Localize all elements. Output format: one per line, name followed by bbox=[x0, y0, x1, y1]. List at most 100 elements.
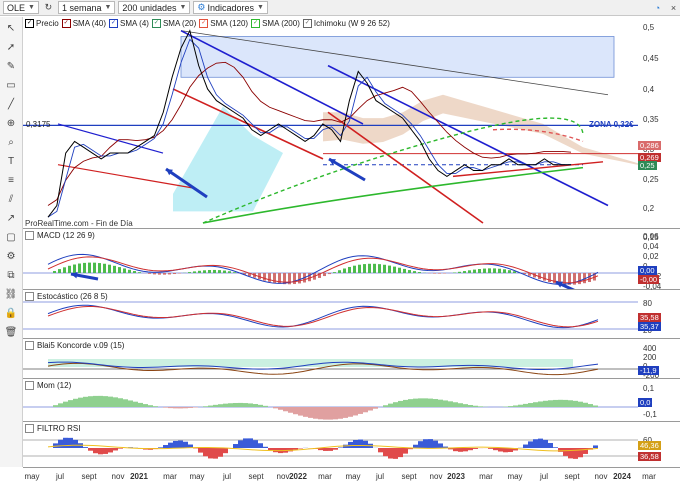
checkbox-icon[interactable] bbox=[25, 423, 34, 433]
checkbox-icon[interactable]: ✓ bbox=[199, 18, 209, 28]
line-icon[interactable]: ╱ bbox=[3, 96, 19, 112]
y-tick-label: -0,1 bbox=[643, 410, 657, 419]
macd-histogram-bar bbox=[93, 262, 96, 273]
arrow-icon[interactable]: ↗ bbox=[3, 210, 19, 226]
fibonacci-icon[interactable]: ≡ bbox=[3, 172, 19, 188]
price-badge: 35,37 bbox=[638, 322, 661, 331]
momentum-area bbox=[168, 407, 173, 409]
momentum-area bbox=[403, 399, 408, 407]
zoom-icon[interactable]: ⊕ bbox=[3, 115, 19, 131]
rsi-filter-panel[interactable]: FILTRO RSI bbox=[23, 422, 638, 468]
checkbox-icon[interactable]: ✓ bbox=[109, 18, 119, 28]
trash-icon[interactable]: 🗑 bbox=[3, 324, 19, 340]
rsi-filter-bar bbox=[423, 439, 428, 448]
x-month-label: may bbox=[189, 472, 205, 481]
mom-label-wrap: Mom (12) bbox=[25, 380, 75, 390]
rsi-filter-bar bbox=[258, 443, 263, 448]
stochastic-panel[interactable]: Estocástico (26 8 5) bbox=[23, 290, 638, 339]
koncorde-panel[interactable]: Blai5 Koncorde v.09 (15) bbox=[23, 339, 638, 379]
checkbox-icon[interactable] bbox=[25, 380, 34, 390]
time-x-axis[interactable]: may jul sept nov 2021 mar may jul sept nov 2022 mar… bbox=[23, 468, 655, 484]
macd-histogram-bar bbox=[363, 264, 366, 273]
rsi-filter-bar bbox=[208, 448, 213, 459]
pencil-icon[interactable]: ✎ bbox=[3, 58, 19, 74]
legend-item[interactable]: ✓ SMA (20) bbox=[151, 18, 196, 28]
rsi-label: FILTRO RSI bbox=[37, 423, 81, 433]
momentum-panel[interactable]: Mom (12) bbox=[23, 379, 638, 422]
macd-histogram-bar bbox=[98, 263, 101, 273]
checkbox-icon[interactable] bbox=[25, 340, 34, 350]
checkbox-icon[interactable]: ✓ bbox=[25, 18, 34, 28]
y-tick-label: 80 bbox=[643, 299, 652, 308]
ruler-icon[interactable]: ▭ bbox=[3, 77, 19, 93]
macd-line bbox=[47, 253, 599, 285]
y-tick-label: 0,04 bbox=[643, 242, 659, 251]
checkbox-icon[interactable]: ✓ bbox=[151, 18, 161, 28]
channel-icon[interactable]: ⫽ bbox=[3, 191, 19, 207]
legend-item[interactable]: ✓ SMA (4) bbox=[109, 18, 149, 28]
period-selector[interactable]: 1 semana ▼ bbox=[57, 1, 116, 14]
stoch-label: Estocástico (26 8 5) bbox=[37, 291, 108, 301]
shape-icon[interactable]: ▢ bbox=[3, 229, 19, 245]
gear-icon[interactable]: ⚙ bbox=[3, 248, 19, 264]
macd-histogram-bar bbox=[388, 265, 391, 273]
macd-histogram-bar bbox=[268, 273, 271, 282]
rsi-filter-bar bbox=[473, 448, 478, 449]
momentum-area bbox=[528, 403, 533, 407]
momentum-area bbox=[63, 401, 68, 407]
macd-histogram-bar bbox=[103, 263, 106, 273]
checkbox-icon[interactable] bbox=[25, 230, 34, 240]
checkbox-icon[interactable]: ✓ bbox=[251, 18, 261, 28]
momentum-area bbox=[138, 402, 143, 407]
close-icon[interactable]: × bbox=[667, 1, 680, 14]
symbol-selector[interactable]: OLE ▼ bbox=[3, 1, 39, 14]
rsi-filter-bar bbox=[168, 442, 173, 448]
momentum-area bbox=[123, 399, 128, 407]
momentum-area bbox=[143, 404, 148, 407]
legend-item[interactable]: ✓ Ichimoku (W 9 26 52) bbox=[302, 18, 390, 28]
momentum-area bbox=[213, 404, 218, 407]
checkbox-icon[interactable] bbox=[25, 291, 34, 301]
rsi-filter-bar bbox=[328, 448, 333, 451]
momentum-area bbox=[283, 407, 288, 412]
momentum-area bbox=[413, 398, 418, 407]
momentum-area bbox=[448, 401, 453, 407]
macd-histogram-bar bbox=[293, 273, 296, 285]
legend-item[interactable]: ✓ SMA (40) bbox=[61, 18, 106, 28]
price-y-axis[interactable]: 0,50,450,40,350,30,250,20,150,2860,2690,… bbox=[638, 17, 680, 242]
macd-histogram-bar bbox=[488, 268, 491, 273]
legend-item[interactable]: ✓ Precio bbox=[25, 18, 59, 28]
legend-label: SMA (120) bbox=[210, 18, 249, 28]
text-icon[interactable]: T bbox=[3, 153, 19, 169]
price-chart[interactable] bbox=[23, 17, 638, 229]
link-icon[interactable]: ⛓ bbox=[3, 286, 19, 302]
checkbox-icon[interactable]: ✓ bbox=[61, 18, 71, 28]
momentum-area bbox=[228, 403, 233, 407]
units-selector[interactable]: 200 unidades ▼ bbox=[118, 1, 191, 14]
refresh-icon[interactable]: ↻ bbox=[42, 1, 55, 14]
sma-40-line bbox=[47, 61, 572, 206]
price-panel[interactable]: ✓ Precio ✓ SMA (40) ✓ SMA (4) ✓ SMA (20) ✓ SMA (1… bbox=[23, 17, 638, 229]
lock-icon[interactable]: 🔒 bbox=[3, 305, 19, 321]
rsi-filter-bar bbox=[238, 440, 243, 448]
momentum-area bbox=[233, 402, 238, 407]
x-month-label: mar bbox=[479, 472, 493, 481]
indicators-icon: ⚙ bbox=[197, 2, 206, 12]
indicators-button[interactable]: ⚙ Indicadores ▼ bbox=[193, 1, 268, 14]
momentum-area bbox=[243, 403, 248, 407]
momentum-area bbox=[308, 407, 313, 418]
legend-item[interactable]: ✓ SMA (120) bbox=[199, 18, 249, 28]
momentum-area bbox=[443, 400, 448, 407]
rsi-filter-bar bbox=[253, 440, 258, 448]
x-month-label: nov bbox=[429, 472, 443, 481]
price-badge: -0,00 bbox=[638, 275, 660, 284]
pointer-icon[interactable]: ➚ bbox=[3, 39, 19, 55]
magnifier-icon[interactable]: ⌕ bbox=[3, 134, 19, 150]
clock-icon[interactable]: ◔ bbox=[651, 1, 664, 14]
macd-panel[interactable]: MACD (12 26 9) bbox=[23, 229, 638, 290]
legend-item[interactable]: ✓ SMA (200) bbox=[251, 18, 300, 28]
cursor-icon[interactable]: ↖ bbox=[3, 20, 19, 36]
checkbox-icon[interactable]: ✓ bbox=[302, 18, 312, 28]
copy-icon[interactable]: ⧉ bbox=[3, 267, 19, 283]
macd-label: MACD (12 26 9) bbox=[37, 230, 95, 240]
